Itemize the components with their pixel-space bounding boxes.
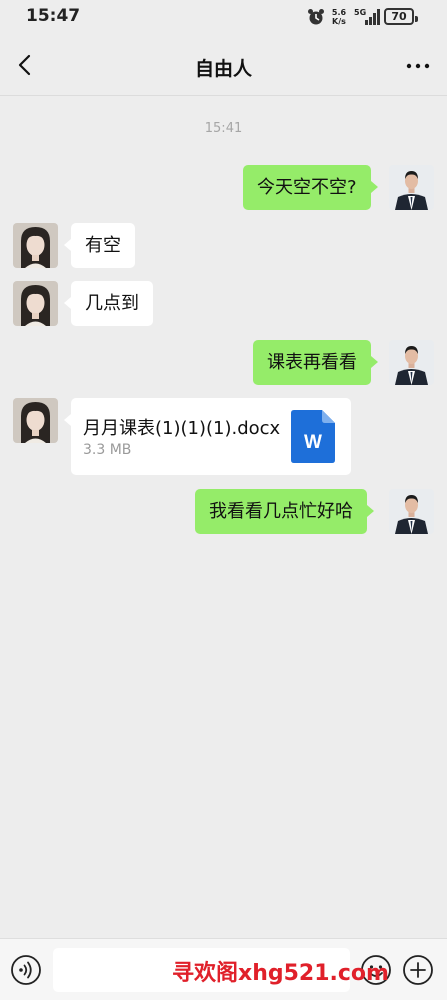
avatar-contact[interactable]	[13, 281, 58, 326]
title-bar: 自由人	[0, 34, 447, 96]
status-bar: 15:47 5.6 K/s 5G 70	[0, 0, 447, 34]
avatar-self[interactable]	[389, 165, 434, 210]
message-bubble-incoming[interactable]: 有空	[64, 223, 135, 268]
word-document-icon: W	[291, 410, 335, 463]
avatar-contact[interactable]	[13, 223, 58, 268]
watermark-text: 寻欢阁xhg521.com	[172, 961, 389, 986]
more-dots-icon[interactable]	[403, 52, 433, 80]
battery-level: 70	[391, 10, 407, 23]
alarm-clock-icon	[308, 9, 324, 25]
avatar-self[interactable]	[389, 489, 434, 534]
message-bubble-incoming[interactable]: 几点到	[64, 281, 153, 326]
signal-icon	[365, 9, 380, 25]
woman-avatar-icon	[13, 223, 58, 268]
voice-icon[interactable]	[10, 954, 42, 986]
message-bubble-outgoing[interactable]: 课表再看看	[253, 340, 378, 385]
man-avatar-icon	[389, 489, 434, 534]
network-speed-unit: K/s	[332, 17, 346, 26]
man-avatar-icon	[389, 165, 434, 210]
plus-icon[interactable]	[402, 954, 434, 986]
file-message-card[interactable]: 月月课表(1)(1)(1).docx 3.3 MB W	[64, 398, 351, 475]
file-name: 月月课表(1)(1)(1).docx	[83, 418, 281, 439]
message-bubble-outgoing[interactable]: 今天空不空?	[243, 165, 378, 210]
battery-nub	[415, 16, 418, 22]
status-time: 15:47	[26, 6, 81, 26]
word-icon-letter: W	[304, 432, 322, 453]
network-speed: 5.6 K/s	[330, 8, 348, 26]
file-size: 3.3 MB	[83, 442, 132, 458]
woman-avatar-icon	[13, 281, 58, 326]
chat-title: 自由人	[194, 58, 252, 80]
avatar-self[interactable]	[389, 340, 434, 385]
network-speed-value: 5.6	[331, 8, 347, 17]
avatar-contact[interactable]	[13, 398, 58, 443]
woman-avatar-icon	[13, 398, 58, 443]
chat-timestamp: 15:41	[204, 121, 243, 136]
battery-indicator: 70	[384, 8, 418, 25]
message-bubble-outgoing[interactable]: 我看看几点忙好哈	[195, 489, 374, 534]
man-avatar-icon	[389, 340, 434, 385]
